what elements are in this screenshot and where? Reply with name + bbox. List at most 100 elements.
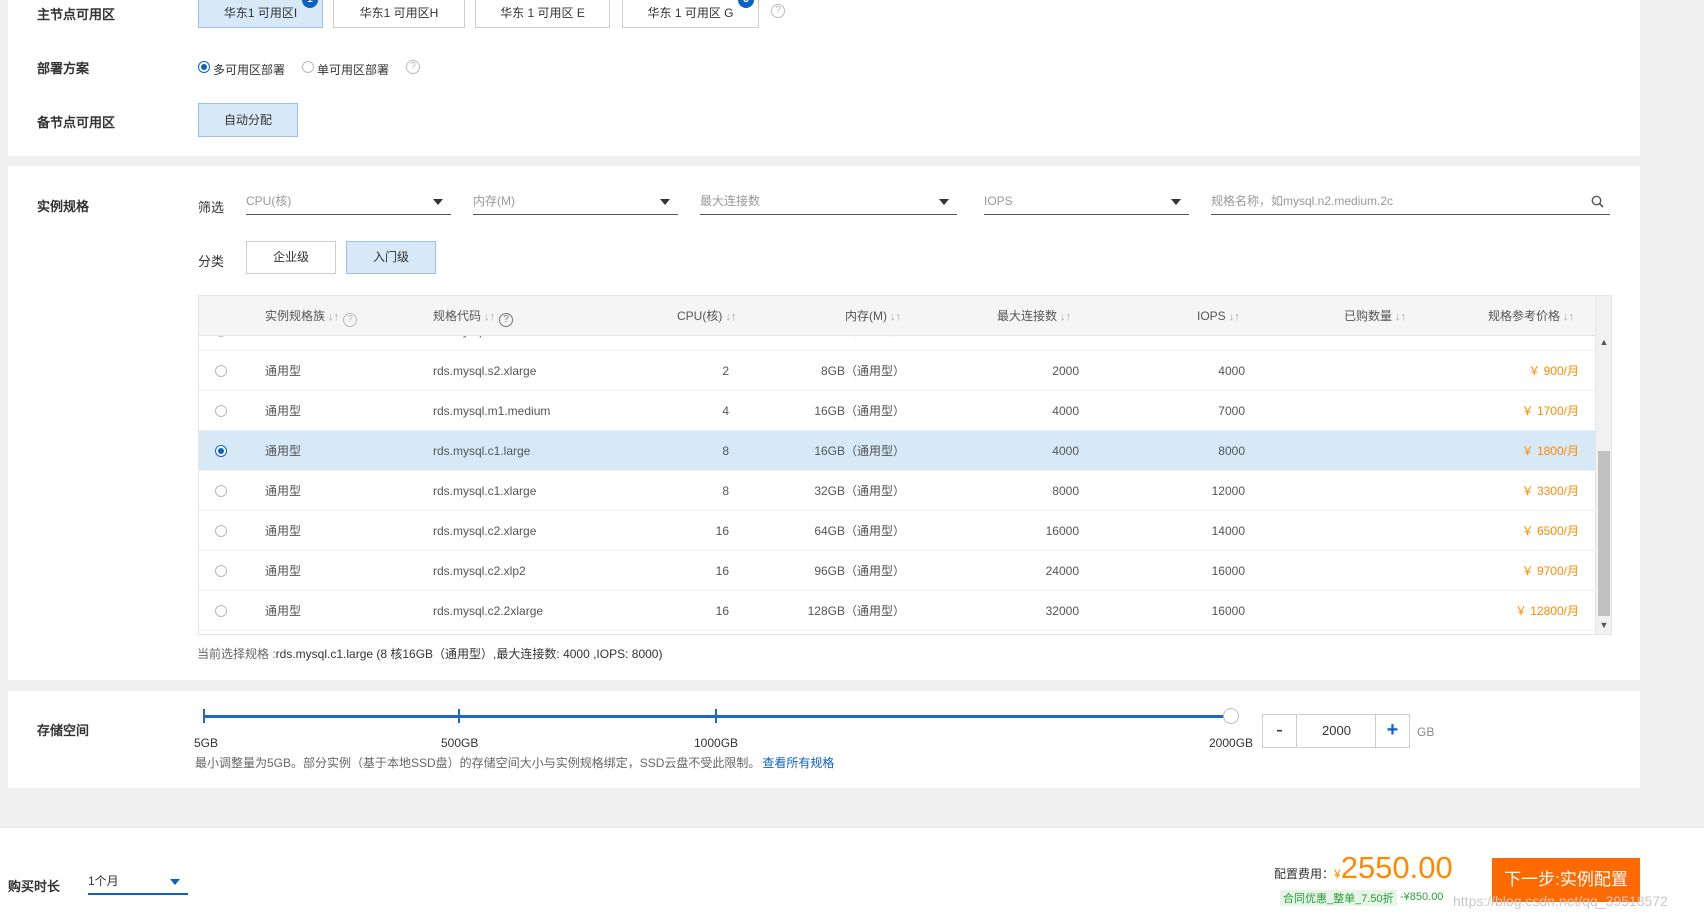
- row-select-radio[interactable]: [215, 565, 227, 577]
- cell-price: ￥ 9700/月: [1521, 564, 1579, 578]
- cell-max-conn: 300: [929, 336, 1079, 351]
- row-select-radio[interactable]: [215, 445, 227, 457]
- cell-code: rds.mysql.s2.xlarge: [433, 364, 537, 378]
- spec-table: 实例规格族 ↓↑? 规格代码 ↓↑? CPU(核) ↓↑ 内存(M) ↓↑ 最大连接数 ↓…: [198, 295, 1612, 635]
- spec-search-input[interactable]: 规格名称，如mysql.n2.medium.2c: [1211, 189, 1610, 215]
- cell-family: 通用型: [265, 444, 302, 458]
- cell-family: 通用型: [265, 524, 302, 538]
- cell-code: rds.mysql.c2.2xlarge: [433, 604, 544, 618]
- duration-select[interactable]: 1个月: [88, 869, 188, 895]
- cell-memory: 8GB（通用型）: [820, 364, 905, 378]
- deploy-single-label[interactable]: 单可用区部署: [317, 61, 389, 78]
- col-max-conn[interactable]: 最大连接数 ↓↑: [997, 296, 1071, 336]
- slider-tick: [458, 709, 460, 723]
- col-price[interactable]: 规格参考价格 ↓↑: [1488, 296, 1574, 336]
- zone-option-e[interactable]: 华东 1 可用区 E: [475, 0, 610, 28]
- view-all-specs-link[interactable]: 查看所有规格: [762, 756, 834, 770]
- primary-zone-label: 主节点可用区: [37, 7, 116, 22]
- table-row[interactable]: 通用型 rds.mysql.c2.xlp2 16 96GB（通用型） 24000 1600…: [199, 551, 1595, 591]
- cell-memory: 32GB（通用型）: [814, 484, 905, 498]
- col-family[interactable]: 实例规格族 ↓↑?: [265, 296, 358, 336]
- maxconn-filter-select[interactable]: 最大连接数: [700, 189, 957, 215]
- cell-cpu: 16: [715, 524, 729, 538]
- memory-filter-placeholder: 内存(M): [473, 194, 515, 208]
- table-row[interactable]: 通用型 rds.mysql.c1.large 8 16GB（通用型） 4000 8000 ￥…: [199, 431, 1595, 471]
- slider-tick-label: 1000GB: [694, 736, 739, 750]
- cell-cpu: 16: [715, 604, 729, 618]
- cell-iops: 16000: [1211, 604, 1245, 618]
- storage-decrement-button[interactable]: -: [1262, 714, 1297, 748]
- table-row[interactable]: 通用型 rds.mysql.s2.xlarge 2 8GB（通用型） 2000 4000 ￥…: [199, 351, 1595, 391]
- table-row[interactable]: 通用型 rds.mysql.c2.xlarge 16 64GB（通用型） 16000 14…: [199, 511, 1595, 551]
- deploy-multi-label[interactable]: 多可用区部署: [213, 61, 285, 78]
- cost-value: 2550.00: [1340, 850, 1453, 885]
- cell-family: 通用型: [265, 364, 302, 378]
- table-row[interactable]: 通用型 rds.mysql.c2.2xlarge 16 128GB（通用型） 32000…: [199, 591, 1595, 631]
- iops-filter-select[interactable]: IOPS: [984, 189, 1189, 215]
- cell-max-conn: 4000: [1052, 404, 1079, 418]
- row-select-radio[interactable]: [215, 485, 227, 497]
- cpu-filter-select[interactable]: CPU(核): [246, 189, 451, 215]
- cell-cpu: 8: [722, 484, 729, 498]
- row-select-radio[interactable]: [215, 336, 227, 337]
- cell-cpu: 1: [629, 336, 729, 351]
- storage-slider-handle[interactable]: [1223, 708, 1239, 724]
- category-enterprise-button[interactable]: 企业级: [246, 241, 336, 274]
- family-help-icon[interactable]: ?: [343, 313, 358, 327]
- cell-cpu: 2: [722, 364, 729, 378]
- col-memory[interactable]: 内存(M) ↓↑: [845, 296, 901, 336]
- sort-icon: ↓↑: [1395, 311, 1407, 323]
- cell-price: ￥ 12800/月: [1514, 604, 1579, 618]
- cell-memory: 64GB（通用型）: [814, 524, 905, 538]
- cell-max-conn: 24000: [1045, 564, 1079, 578]
- cell-iops: 14000: [1211, 524, 1245, 538]
- col-code[interactable]: 规格代码 ↓↑?: [433, 296, 514, 336]
- deploy-label: 部署方案: [37, 61, 90, 76]
- iops-filter-placeholder: IOPS: [984, 194, 1013, 208]
- deploy-multi-radio[interactable]: [198, 61, 210, 73]
- col-iops[interactable]: IOPS ↓↑: [1197, 296, 1240, 336]
- storage-slider-track[interactable]: [204, 715, 1230, 718]
- search-icon[interactable]: [1591, 195, 1604, 208]
- row-select-radio[interactable]: [215, 365, 227, 377]
- memory-filter-select[interactable]: 内存(M): [473, 189, 678, 215]
- scroll-down-icon[interactable]: ▼: [1596, 618, 1611, 632]
- zone-option-label: 华东1 可用区I: [223, 6, 298, 20]
- sort-icon: ↓↑: [328, 311, 340, 323]
- cell-price: ￥ 900/月: [1528, 364, 1579, 378]
- row-select-radio[interactable]: [215, 605, 227, 617]
- row-select-radio[interactable]: [215, 525, 227, 537]
- col-cpu[interactable]: CPU(核) ↓↑: [677, 296, 736, 336]
- category-entry-button[interactable]: 入门级: [346, 241, 436, 274]
- zone-badge: 3: [738, 0, 754, 8]
- deploy-single-radio[interactable]: [302, 61, 314, 73]
- scroll-up-icon[interactable]: ▲: [1596, 335, 1611, 349]
- storage-increment-button[interactable]: +: [1375, 714, 1410, 748]
- cell-memory: 96GB（通用型）: [814, 564, 905, 578]
- table-scrollbar[interactable]: ▲ ▼: [1595, 296, 1611, 634]
- cell-iops: 12000: [1211, 484, 1245, 498]
- row-select-radio[interactable]: [215, 405, 227, 417]
- deploy-help-icon[interactable]: ?: [406, 60, 420, 74]
- col-purchased[interactable]: 已购数量 ↓↑: [1344, 296, 1406, 336]
- cell-max-conn: 8000: [1052, 484, 1079, 498]
- code-help-icon[interactable]: ?: [499, 313, 514, 327]
- chevron-down-icon: [433, 199, 443, 205]
- cell-family: 通用型: [265, 604, 302, 618]
- zone-help-icon[interactable]: ?: [771, 4, 785, 18]
- storage-value-input[interactable]: 2000: [1298, 714, 1375, 748]
- zone-option-i[interactable]: 华东1 可用区I 1: [198, 0, 323, 28]
- scroll-thumb[interactable]: [1598, 451, 1610, 616]
- table-row[interactable]: 通用型 rds.mysql.c1.xlarge 8 32GB（通用型） 8000 1200…: [199, 471, 1595, 511]
- zone-option-h[interactable]: 华东1 可用区H: [333, 0, 465, 28]
- zone-option-g[interactable]: 华东 1 可用区 G 3: [622, 0, 759, 28]
- auto-assign-button[interactable]: 自动分配: [198, 103, 298, 137]
- cell-code: rds.mysql.c2.xlp2: [433, 564, 526, 578]
- table-row[interactable]: 通用型 rds.mysql.m1.medium 4 16GB（通用型） 4000 7000…: [199, 391, 1595, 431]
- cell-iops: 600: [1099, 336, 1245, 351]
- cell-code: rds.mysql.c1.large: [433, 444, 531, 458]
- category-label: 分类: [198, 254, 225, 269]
- cpu-filter-placeholder: CPU(核): [246, 194, 292, 208]
- table-row[interactable]: 通用型 rds.mysql.t1.small1 1GB（通用型） 300 600 ￥ 11…: [199, 336, 1595, 351]
- chevron-down-icon: [660, 199, 670, 205]
